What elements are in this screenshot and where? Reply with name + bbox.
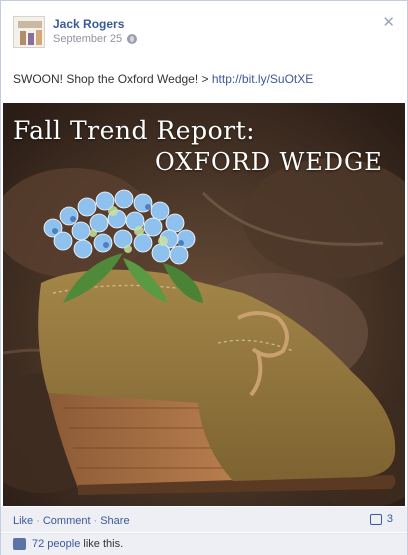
photo-title: Fall Trend Report: <box>13 116 256 145</box>
comment-count-button[interactable]: 3 <box>369 513 393 525</box>
share-link[interactable]: Share <box>100 515 129 527</box>
globe-icon <box>127 34 138 44</box>
comment-count: 3 <box>386 513 393 525</box>
like-link[interactable]: Like <box>13 515 33 527</box>
post-photo[interactable]: Fall Trend Report: OXFORD WEDGE <box>3 103 405 506</box>
likes-suffix: like this. <box>83 538 124 550</box>
photo-subtitle: OXFORD WEDGE <box>155 148 383 176</box>
author-avatar[interactable] <box>13 16 45 48</box>
likes-count-link[interactable]: 72 people <box>32 538 80 550</box>
comment-icon <box>369 513 382 525</box>
post-meta: September 25 <box>53 33 138 45</box>
likes-summary: 72 people like this. <box>13 538 123 550</box>
message-text: SWOON! Shop the Oxford Wedge! > <box>13 72 212 86</box>
likes-bar: 72 people like this. <box>1 533 407 555</box>
action-links: Like · Comment · Share <box>13 515 130 527</box>
comment-link[interactable]: Comment <box>43 515 91 527</box>
post-date[interactable]: September 25 <box>53 33 122 45</box>
author-name[interactable]: Jack Rogers <box>53 17 124 31</box>
post-actions-bar: Like · Comment · Share 3 <box>1 507 407 532</box>
message-link[interactable]: http://bit.ly/SuOtXE <box>212 72 313 86</box>
close-icon[interactable]: ✕ <box>382 13 395 31</box>
post-header: Jack Rogers September 25 ✕ <box>1 1 407 55</box>
post-message: SWOON! Shop the Oxford Wedge! > http://b… <box>13 72 313 86</box>
facebook-post: Jack Rogers September 25 ✕ SWOON! Shop t… <box>0 0 408 555</box>
thumbs-up-icon <box>13 538 26 550</box>
separator: · <box>93 515 98 527</box>
logo-icon <box>14 17 44 47</box>
separator: · <box>36 515 40 527</box>
